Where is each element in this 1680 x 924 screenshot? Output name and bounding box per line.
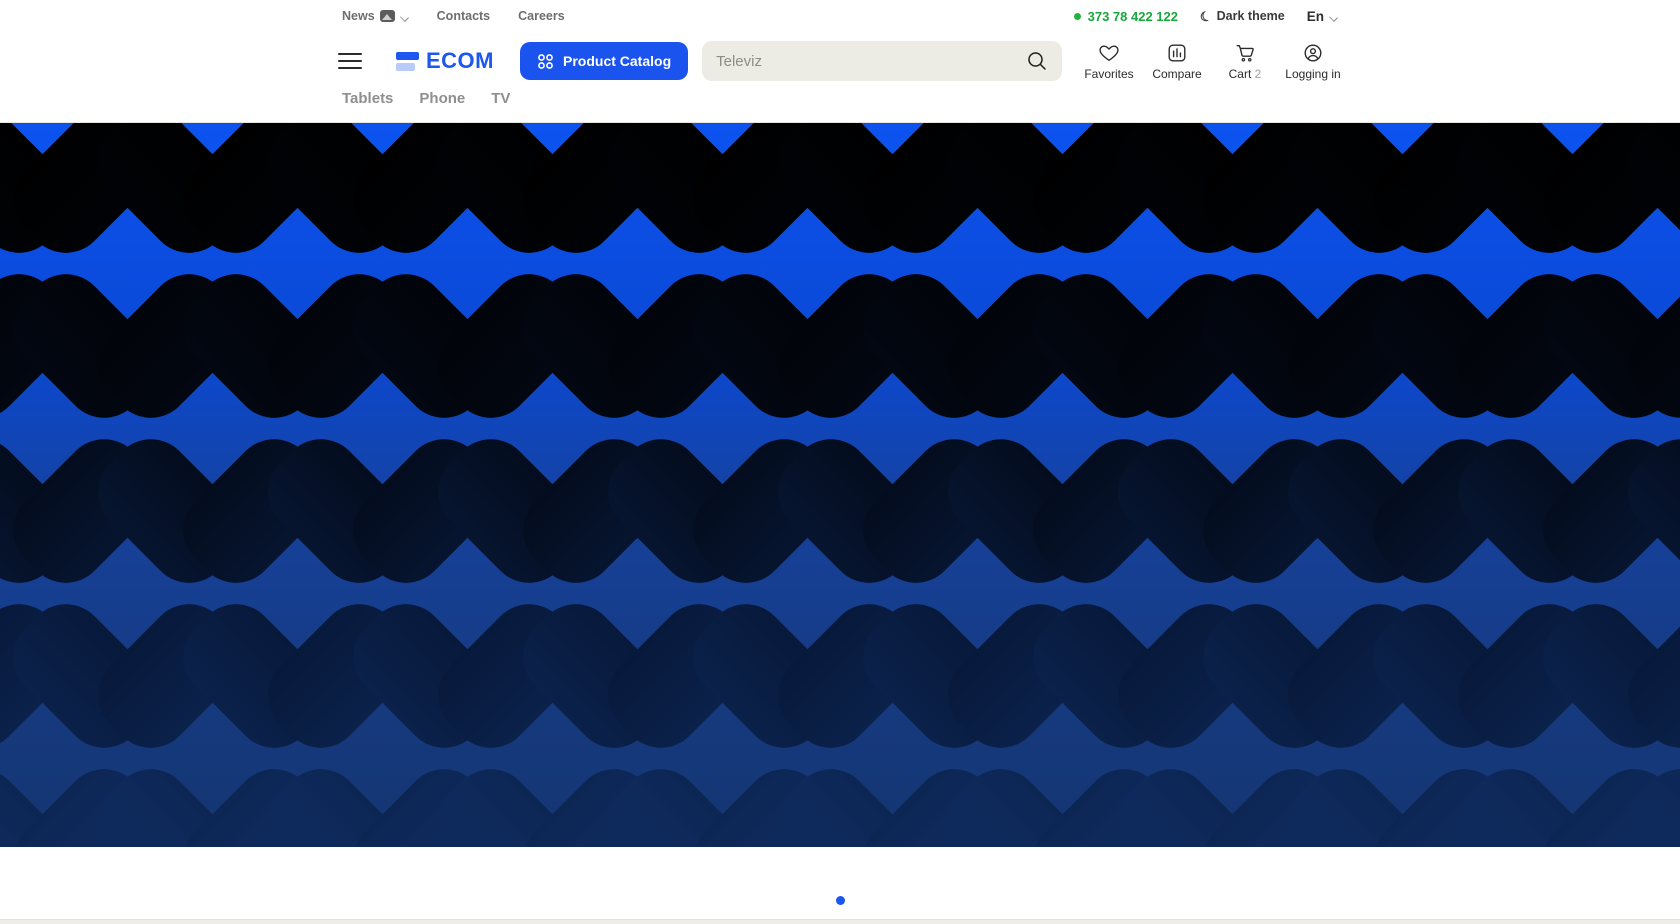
login-label: Logging in <box>1285 66 1341 81</box>
compare-label: Compare <box>1152 66 1202 81</box>
hero-banner[interactable] <box>0 123 1680 847</box>
search-input[interactable] <box>716 52 1026 70</box>
dark-theme-label: Dark theme <box>1216 9 1285 23</box>
chevron-down-icon <box>1329 12 1338 21</box>
menu-button[interactable] <box>338 53 362 69</box>
dark-theme-toggle[interactable]: ☾ Dark theme <box>1197 7 1285 25</box>
tab-tablets[interactable]: Tablets <box>342 90 393 107</box>
topbar-link-label: Contacts <box>436 9 491 23</box>
bar-chart-icon <box>1168 44 1186 61</box>
search-button[interactable] <box>1026 50 1048 72</box>
header-actions: Favorites Compare Cart 2 Logging in <box>1080 42 1342 81</box>
logo-mark-icon <box>396 51 419 71</box>
language-label: En <box>1306 8 1324 24</box>
brand-logo[interactable]: ECOM <box>396 48 494 74</box>
cart-badge: 2 <box>1254 66 1262 81</box>
search-icon <box>1028 52 1046 70</box>
page: News Contacts Careers 373 78 422 122 ☾ D… <box>0 0 1680 924</box>
hero-pattern <box>0 123 1680 847</box>
product-catalog-button[interactable]: Product Catalog <box>520 42 689 80</box>
moon-icon: ☾ <box>1197 7 1214 25</box>
topbar-link-label: Careers <box>518 9 565 23</box>
topbar-link-label: News <box>342 9 375 23</box>
news-badge-icon <box>379 10 395 22</box>
bottom-strip <box>0 919 1680 924</box>
logo-text: ECOM <box>426 48 494 73</box>
carousel-dot[interactable] <box>835 896 845 905</box>
topbar-links: News Contacts Careers <box>342 9 565 23</box>
topbar-link-careers[interactable]: Careers <box>518 9 565 23</box>
product-catalog-label: Product Catalog <box>563 53 672 69</box>
category-nav: Tablets Phone TV <box>0 90 1680 122</box>
heart-icon <box>1099 44 1119 61</box>
carousel-dots <box>0 847 1680 919</box>
language-selector[interactable]: En <box>1307 9 1338 24</box>
grid-icon <box>538 53 553 69</box>
topbar-link-news[interactable]: News <box>342 9 409 23</box>
phone-number: 373 78 422 122 <box>1087 8 1178 24</box>
topbar: News Contacts Careers 373 78 422 122 ☾ D… <box>0 0 1680 32</box>
search-bar <box>702 41 1062 81</box>
tab-tv[interactable]: TV <box>491 90 510 107</box>
phone-link[interactable]: 373 78 422 122 <box>1073 8 1178 24</box>
topbar-utilities: 373 78 422 122 ☾ Dark theme En <box>1073 7 1338 25</box>
online-status-dot <box>1073 12 1081 20</box>
topbar-link-contacts[interactable]: Contacts <box>437 9 490 23</box>
cart-label: Cart 2 <box>1228 66 1262 81</box>
cart-button[interactable]: Cart 2 <box>1216 42 1274 81</box>
favorites-button[interactable]: Favorites <box>1080 42 1138 81</box>
cart-icon <box>1236 44 1254 62</box>
chevron-down-icon <box>400 12 409 21</box>
login-button[interactable]: Logging in <box>1284 42 1342 81</box>
favorites-label: Favorites <box>1084 66 1134 81</box>
compare-button[interactable]: Compare <box>1148 42 1206 81</box>
user-icon <box>1304 44 1322 61</box>
tab-phone[interactable]: Phone <box>419 90 465 107</box>
header: ECOM Product Catalog Televiz Favorites C… <box>0 32 1680 123</box>
